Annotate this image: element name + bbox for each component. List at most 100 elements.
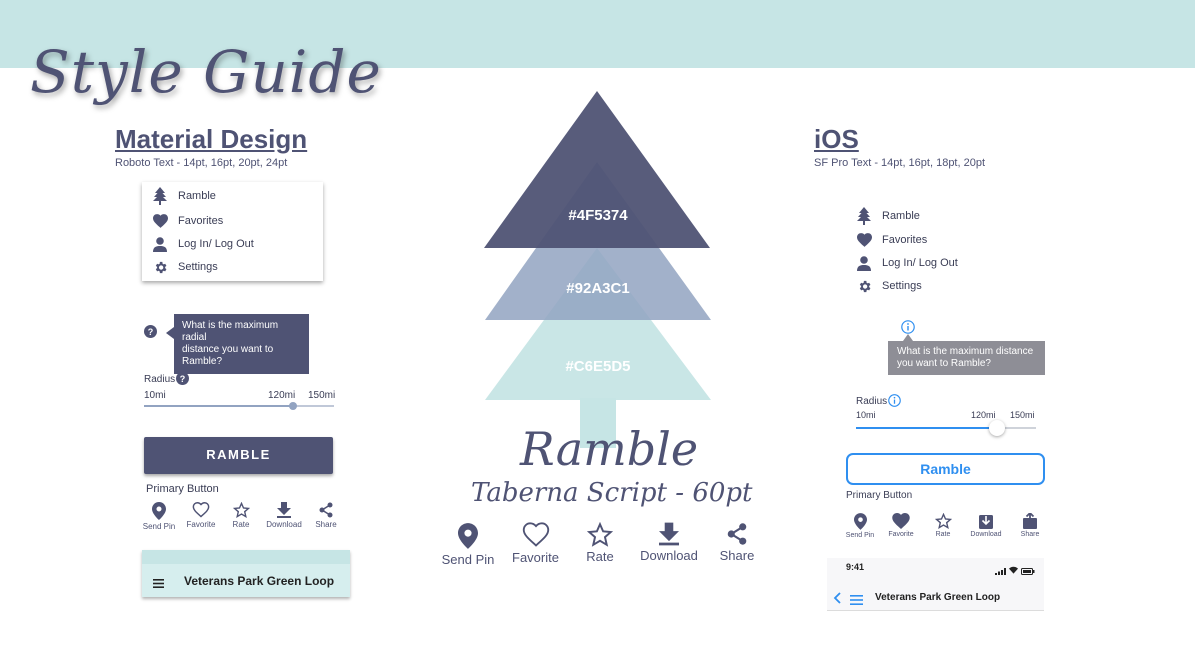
slider-max-label: 150mi: [308, 390, 336, 401]
send-pin-action[interactable]: Send Pin: [842, 513, 878, 539]
menu-item-login[interactable]: Log In/ Log Out: [856, 255, 958, 271]
download-action[interactable]: Download: [627, 522, 711, 567]
slider-fill: [144, 405, 294, 407]
star-outline-icon: [934, 513, 952, 529]
share-icon: [727, 523, 747, 545]
material-menu: Ramble Favorites Log In/ Log Out Setting…: [142, 182, 323, 281]
status-bar: [142, 550, 350, 564]
favorite-action[interactable]: Favorite: [178, 502, 224, 531]
ios-tooltip: What is the maximum distance you want to…: [888, 341, 1045, 375]
gear-icon: [856, 278, 872, 294]
share-action[interactable]: Share: [711, 522, 763, 567]
action-label: Download: [266, 520, 302, 529]
nav-bar-title: Veterans Park Green Loop: [875, 592, 1001, 603]
action-label: Rate: [586, 549, 614, 564]
heart-icon: [856, 232, 872, 248]
swatch-label-tertiary: #C6E5D5: [565, 358, 631, 375]
slider-track[interactable]: [144, 402, 334, 410]
action-label: Rate: [935, 531, 951, 538]
share-action[interactable]: Share: [1010, 513, 1050, 539]
material-app-bar: Veterans Park Green Loop: [142, 550, 350, 597]
ios-nav-bar: 9:41 Veterans Park Green Loop: [827, 558, 1044, 611]
pin-icon: [458, 523, 478, 549]
slider-label: Radius: [144, 374, 176, 385]
heart-icon: [152, 213, 168, 229]
action-label: Download: [640, 548, 698, 563]
download-action[interactable]: Download: [962, 513, 1010, 539]
action-label: Send Pin: [441, 552, 495, 567]
menu-item-settings[interactable]: Settings: [152, 259, 218, 275]
rate-action[interactable]: Rate: [224, 502, 258, 531]
menu-item-login[interactable]: Log In/ Log Out: [152, 236, 254, 252]
menu-item-label: Settings: [178, 261, 218, 273]
action-label: Rate: [232, 520, 250, 529]
menu-item-ramble[interactable]: Ramble: [152, 187, 216, 205]
swatch-primary: [484, 91, 710, 248]
slider-min-label: 10mi: [856, 410, 876, 420]
menu-item-favorites[interactable]: Favorites: [152, 213, 223, 229]
menu-item-label: Log In/ Log Out: [882, 257, 958, 269]
material-title: Material Design: [115, 124, 308, 154]
action-label: Favorite: [888, 531, 914, 538]
heart-outline-icon: [192, 502, 210, 518]
hamburger-icon[interactable]: [153, 575, 164, 593]
action-label: Favorite: [512, 550, 559, 565]
ramble-button[interactable]: Ramble: [846, 453, 1045, 485]
svg-text:?: ?: [148, 327, 154, 337]
slider-fill: [856, 427, 998, 429]
wifi-icon: [1009, 561, 1018, 579]
slider-thumb[interactable]: [989, 420, 1006, 436]
menu-item-label: Ramble: [178, 190, 216, 202]
back-chevron-icon[interactable]: [833, 591, 841, 609]
material-tooltip: What is the maximum radial distance you …: [174, 314, 309, 374]
star-outline-icon: [587, 522, 613, 547]
tree-icon: [856, 207, 872, 225]
hamburger-icon[interactable]: [850, 592, 863, 610]
signal-icon: [995, 562, 1006, 580]
favorite-action[interactable]: Favorite: [498, 522, 573, 567]
menu-item-favorites[interactable]: Favorites: [856, 232, 927, 248]
ios-action-bar: Send Pin Favorite Rate Download Share: [842, 513, 1050, 539]
pin-icon: [152, 502, 166, 520]
send-pin-action[interactable]: Send Pin: [140, 502, 178, 531]
download-icon: [659, 522, 679, 546]
page-title: Style Guide: [30, 38, 382, 106]
rate-action[interactable]: Rate: [924, 513, 962, 539]
app-bar-title: Veterans Park Green Loop: [184, 574, 335, 588]
slider-value-label: 120mi: [268, 390, 296, 401]
gear-icon: [152, 259, 168, 275]
favorite-action[interactable]: Favorite: [878, 513, 924, 539]
status-time: 9:41: [846, 562, 865, 572]
action-label: Share: [719, 548, 755, 563]
send-pin-action[interactable]: Send Pin: [438, 522, 498, 567]
menu-item-label: Ramble: [882, 210, 920, 222]
slider-track[interactable]: [856, 420, 1036, 436]
ios-subtitle: SF Pro Text - 14pt, 16pt, 18pt, 20pt: [814, 157, 986, 169]
download-icon: [277, 502, 291, 518]
tooltip-arrow: [903, 334, 913, 341]
rate-action[interactable]: Rate: [573, 522, 627, 567]
share-icon: [1023, 513, 1037, 529]
menu-item-label: Favorites: [178, 215, 224, 227]
menu-item-ramble[interactable]: Ramble: [856, 207, 920, 225]
share-action[interactable]: Share: [310, 502, 342, 531]
menu-item-settings[interactable]: Settings: [856, 278, 922, 294]
action-label: Favorite: [186, 520, 216, 529]
help-icon[interactable]: ?: [176, 372, 189, 390]
action-label: Send Pin: [845, 532, 875, 539]
slider-max-label: 150mi: [1010, 410, 1035, 420]
ramble-button[interactable]: RAMBLE: [144, 437, 333, 474]
material-subtitle: Roboto Text - 14pt, 16pt, 20pt, 24pt: [115, 157, 288, 169]
info-icon[interactable]: [888, 394, 901, 412]
action-label: Download: [970, 531, 1002, 538]
action-label: Share: [1020, 531, 1040, 538]
heart-outline-icon: [522, 522, 549, 547]
slider-thumb[interactable]: [289, 402, 298, 410]
download-action[interactable]: Download: [258, 502, 310, 531]
person-icon: [856, 255, 872, 271]
help-icon[interactable]: ?: [144, 325, 157, 343]
swatch-label-secondary: #92A3C1: [566, 280, 630, 297]
battery-icon: [1021, 562, 1035, 580]
slider-label: Radius: [856, 396, 888, 407]
tooltip-line: What is the maximum distance: [897, 346, 1034, 357]
